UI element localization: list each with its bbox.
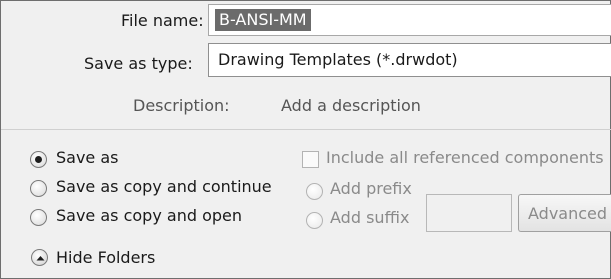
- include-all-checkbox[interactable]: [302, 151, 319, 168]
- affix-input[interactable]: [426, 194, 512, 232]
- chevron-up-icon[interactable]: [31, 249, 48, 266]
- add-prefix-radio[interactable]: [306, 183, 323, 200]
- add-prefix-label[interactable]: Add prefix: [330, 179, 412, 198]
- save-as-type-label: Save as type:: [84, 54, 193, 73]
- save-as-type-value: Drawing Templates (*.drwdot): [218, 50, 458, 69]
- add-suffix-radio[interactable]: [306, 212, 323, 229]
- description-label: Description:: [133, 96, 230, 115]
- save-as-copy-open-label[interactable]: Save as copy and open: [56, 206, 242, 225]
- hide-folders-label[interactable]: Hide Folders: [56, 248, 155, 267]
- file-name-label: File name:: [121, 11, 204, 30]
- save-dialog: File name: B-ANSI-MM Save as type: Drawi…: [0, 0, 611, 279]
- include-all-label[interactable]: Include all referenced components: [326, 148, 604, 167]
- file-name-input[interactable]: B-ANSI-MM: [208, 4, 611, 36]
- save-as-radio[interactable]: [30, 151, 47, 168]
- save-as-copy-open-radio[interactable]: [30, 209, 47, 226]
- save-as-copy-continue-label[interactable]: Save as copy and continue: [56, 177, 272, 196]
- divider: [1, 129, 611, 130]
- advanced-button[interactable]: Advanced: [518, 194, 611, 232]
- save-as-label[interactable]: Save as: [56, 148, 119, 167]
- add-suffix-label[interactable]: Add suffix: [330, 208, 409, 227]
- file-name-value[interactable]: B-ANSI-MM: [215, 9, 311, 31]
- save-as-type-select[interactable]: Drawing Templates (*.drwdot): [208, 43, 611, 77]
- advanced-label: Advanced: [528, 204, 608, 223]
- save-as-copy-continue-radio[interactable]: [30, 180, 47, 197]
- description-field[interactable]: Add a description: [281, 96, 421, 115]
